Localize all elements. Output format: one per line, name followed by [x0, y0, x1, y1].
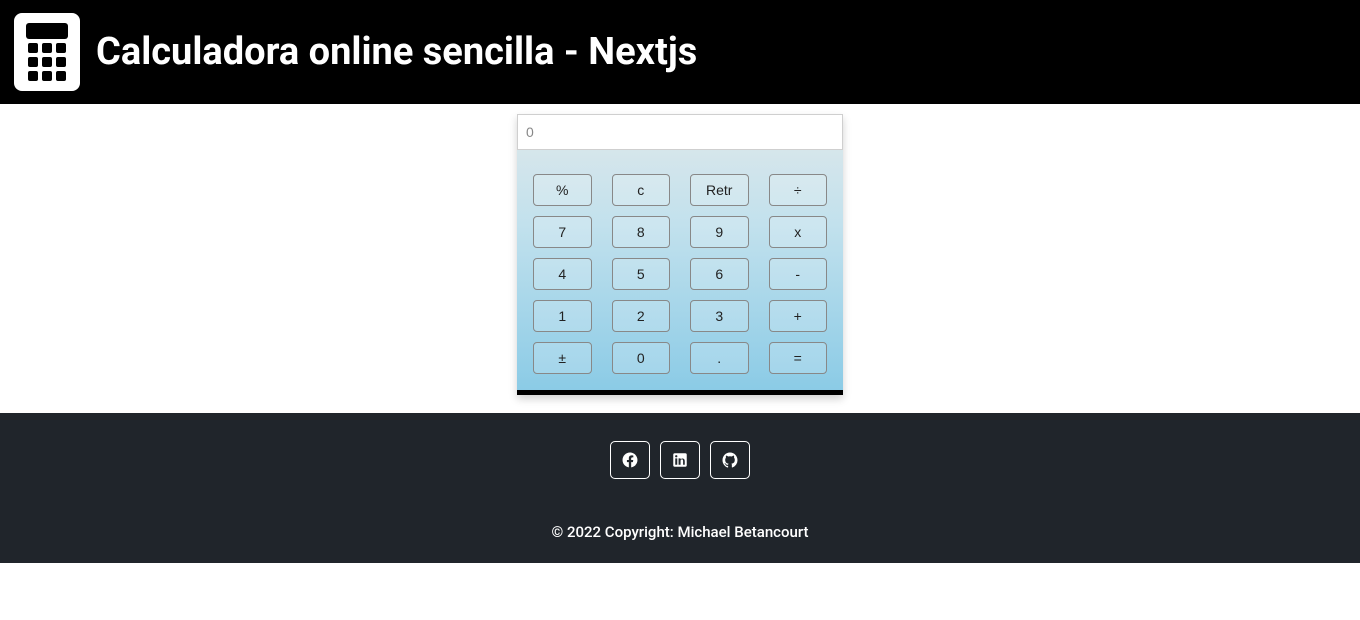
linkedin-icon [671, 451, 689, 469]
equals-button[interactable]: = [769, 342, 828, 374]
clear-button[interactable]: c [612, 174, 671, 206]
digit-8-button[interactable]: 8 [612, 216, 671, 248]
facebook-link[interactable] [610, 441, 650, 479]
linkedin-link[interactable] [660, 441, 700, 479]
digit-9-button[interactable]: 9 [690, 216, 749, 248]
facebook-icon [621, 451, 639, 469]
divide-button[interactable]: ÷ [769, 174, 828, 206]
digit-7-button[interactable]: 7 [533, 216, 592, 248]
github-icon [721, 451, 739, 469]
backspace-button[interactable]: Retr [690, 174, 749, 206]
calculator-icon [14, 13, 80, 91]
digit-5-button[interactable]: 5 [612, 258, 671, 290]
page-title: Calculadora online sencilla - Nextjs [96, 30, 697, 74]
percent-button[interactable]: % [533, 174, 592, 206]
footer: © 2022 Copyright: Michael Betancourt [0, 413, 1360, 563]
social-row [0, 441, 1360, 479]
digit-6-button[interactable]: 6 [690, 258, 749, 290]
github-link[interactable] [710, 441, 750, 479]
digit-1-button[interactable]: 1 [533, 300, 592, 332]
header: Calculadora online sencilla - Nextjs [0, 0, 1360, 104]
subtract-button[interactable]: - [769, 258, 828, 290]
digit-0-button[interactable]: 0 [612, 342, 671, 374]
digit-3-button[interactable]: 3 [690, 300, 749, 332]
plusminus-button[interactable]: ± [533, 342, 592, 374]
digit-2-button[interactable]: 2 [612, 300, 671, 332]
add-button[interactable]: + [769, 300, 828, 332]
main: % c Retr ÷ 789x 456- 123 + ±0. = [0, 104, 1360, 413]
keypad: % c Retr ÷ 789x 456- 123 + ±0. = [517, 150, 843, 390]
multiply-button[interactable]: x [769, 216, 828, 248]
copyright: © 2022 Copyright: Michael Betancourt [0, 523, 1360, 541]
digit-4-button[interactable]: 4 [533, 258, 592, 290]
calculator: % c Retr ÷ 789x 456- 123 + ±0. = [517, 114, 843, 395]
decimal-button[interactable]: . [690, 342, 749, 374]
display-input[interactable] [517, 114, 843, 150]
